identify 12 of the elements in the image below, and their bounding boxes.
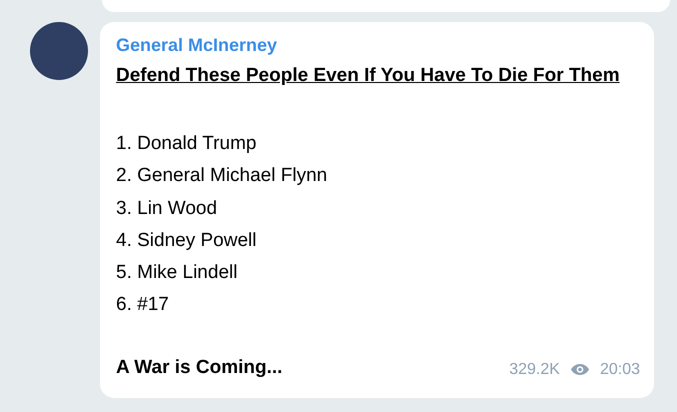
message-heading: Defend These People Even If You Have To Die For Them: [116, 64, 621, 88]
eye-icon: [570, 363, 590, 376]
message-time: 20:03: [600, 360, 640, 379]
author-name[interactable]: General McInerney: [116, 32, 278, 58]
list-item: 5. Mike Lindell: [116, 261, 238, 286]
list-item: 6. #17: [116, 293, 170, 318]
list-item: 1. Donald Trump: [116, 132, 258, 156]
list-item: 2. General Michael Flynn: [116, 164, 328, 188]
list-item: 4. Sidney Powell: [116, 228, 258, 253]
view-count: 329.2K: [509, 360, 560, 379]
list-item: 3. Lin Wood: [116, 196, 218, 221]
message-closing: A War is Coming...: [116, 356, 282, 380]
